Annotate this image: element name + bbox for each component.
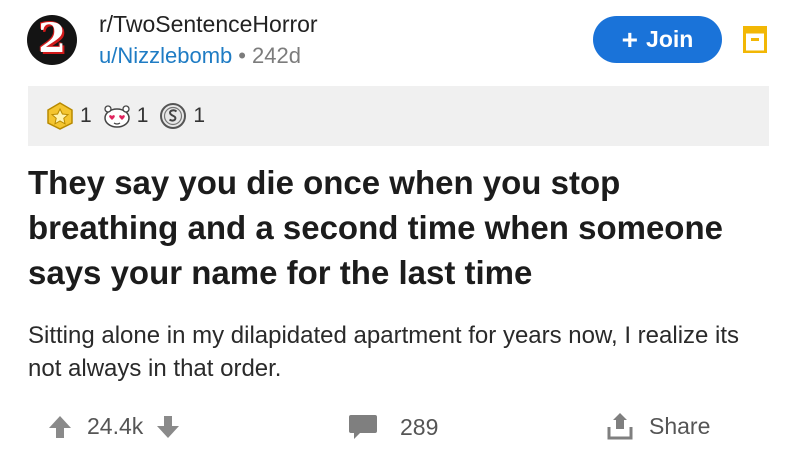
award-coin[interactable]: 1	[158, 101, 205, 131]
author-link[interactable]: u/Nizzlebomb	[99, 43, 232, 68]
post-header: 2 r/TwoSentenceHorror u/Nizzlebomb • 242d …	[0, 0, 800, 84]
award-silver[interactable]: 1	[45, 101, 92, 131]
award-count: 1	[136, 104, 149, 127]
award-wholesome[interactable]: 1	[102, 101, 149, 131]
post-title[interactable]: They say you die once when you stop brea…	[28, 160, 768, 295]
join-button[interactable]: + Join	[593, 16, 722, 63]
save-icon[interactable]	[742, 25, 768, 53]
award-count: 1	[193, 104, 206, 127]
award-count: 1	[80, 104, 92, 127]
vote-score: 24.4k	[87, 413, 144, 439]
subreddit-avatar-number: 2	[38, 15, 66, 62]
post-body: Sitting alone in my dilapidated apartmen…	[28, 322, 740, 382]
downvote-icon[interactable]	[155, 414, 181, 440]
comment-count: 289	[400, 413, 439, 440]
subreddit-name[interactable]: r/TwoSentenceHorror	[99, 11, 318, 38]
plus-icon: +	[621, 23, 639, 55]
wholesome-award-icon	[103, 105, 130, 128]
silver-award-icon	[47, 102, 73, 130]
post-meta: u/Nizzlebomb • 242d	[99, 43, 301, 69]
join-label: Join	[646, 26, 694, 52]
subreddit-avatar[interactable]: 2	[27, 15, 77, 65]
upvote-icon[interactable]	[47, 414, 73, 440]
coin-award-icon	[160, 103, 187, 129]
comment-icon	[349, 415, 377, 439]
post-age: 242d	[251, 43, 301, 68]
share-icon	[607, 413, 633, 440]
share-button[interactable]: Share	[606, 411, 710, 441]
meta-separator: •	[238, 43, 246, 68]
comments-button[interactable]: 289	[348, 413, 438, 441]
awards-bar[interactable]: 1 1 1	[28, 86, 769, 146]
share-label: Share	[649, 412, 711, 439]
vote-controls: 24.4k	[47, 413, 181, 440]
action-bar: 24.4k 289 Share	[0, 405, 800, 455]
